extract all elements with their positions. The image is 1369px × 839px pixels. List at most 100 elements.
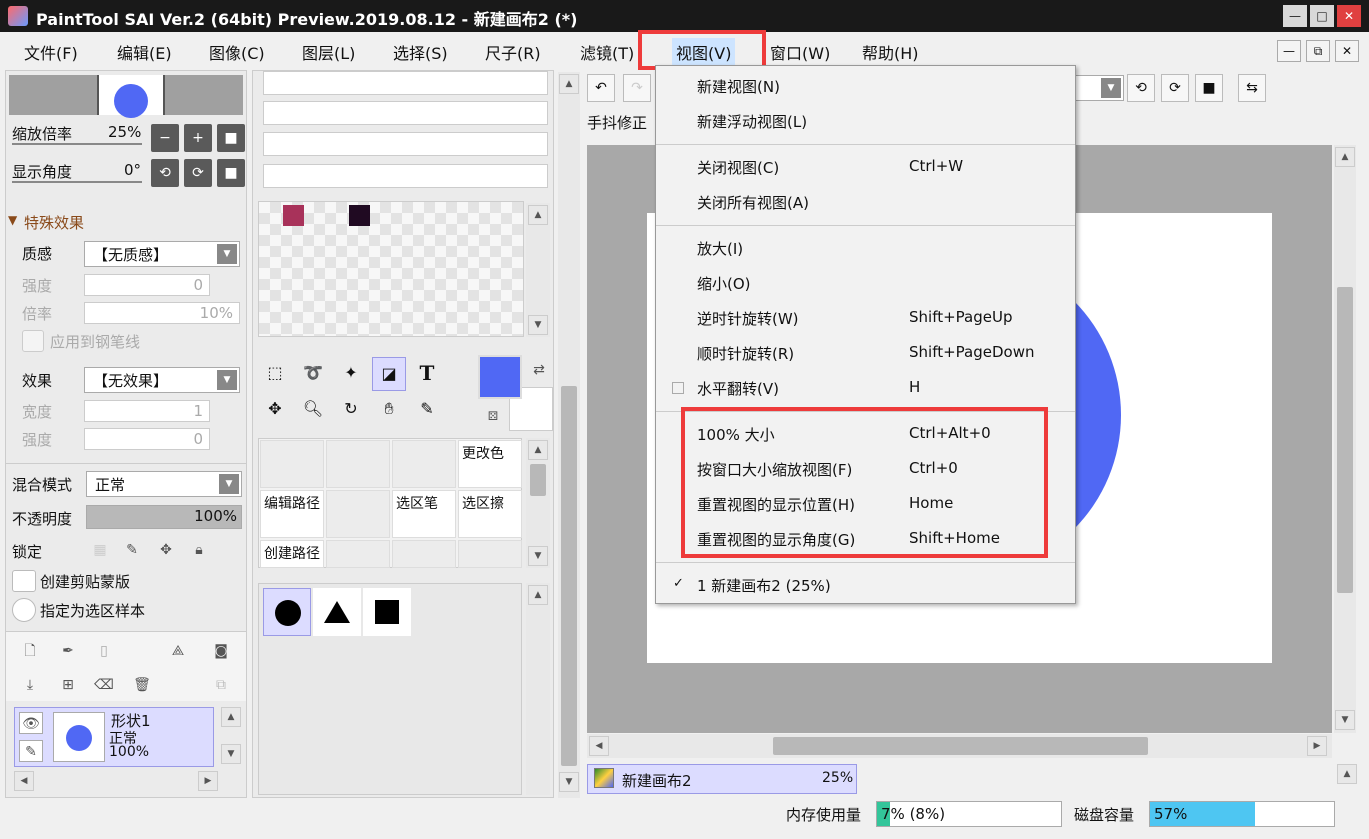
rect-select-icon[interactable]: ⬚ <box>258 357 292 391</box>
angle-slider[interactable] <box>12 181 142 183</box>
menu-file[interactable]: 文件(F) <box>24 40 78 64</box>
selection-pen-tool[interactable]: 选区笔 <box>392 490 456 538</box>
brush-slot-1[interactable] <box>263 71 548 95</box>
brush-slot-3[interactable] <box>263 132 548 156</box>
canvas-vscroll[interactable]: ▲ ▼ <box>1334 145 1356 733</box>
shape-scroll-up[interactable]: ▲ <box>528 585 548 605</box>
menu-new-view[interactable]: 新建视图(N) <box>656 69 1075 103</box>
palette-scroll[interactable]: ▲ ▼ <box>526 203 550 337</box>
reset-colors-icon[interactable]: ⚄ <box>481 405 505 429</box>
tool-grid-scroll[interactable]: ▲ ▼ <box>526 438 550 568</box>
canvas-vscroll-up[interactable]: ▲ <box>1335 147 1355 167</box>
menu-select[interactable]: 选择(S) <box>393 40 448 64</box>
canvas-hscroll-right[interactable]: ▶ <box>1307 736 1327 756</box>
stabilizer-select[interactable]: ▼ <box>1072 75 1124 101</box>
swatch-crimson[interactable] <box>283 205 304 226</box>
mdi-close-icon[interactable]: ✕ <box>1335 40 1359 62</box>
rotate-tool-icon[interactable]: ↻ <box>334 393 368 427</box>
palette-scroll-down[interactable]: ▼ <box>528 315 548 335</box>
color-palette[interactable] <box>258 201 524 337</box>
menu-zoom-out[interactable]: 缩小(O) <box>656 266 1075 300</box>
view-reset-button[interactable]: ■ <box>1195 74 1223 102</box>
shape-triangle[interactable] <box>313 588 361 636</box>
menu-layer[interactable]: 图层(L) <box>302 40 355 64</box>
menu-filter[interactable]: 滤镜(T) <box>580 40 634 64</box>
close-icon[interactable]: ✕ <box>1337 5 1361 27</box>
eyedropper-icon[interactable]: ✎ <box>410 393 444 427</box>
mdi-restore-icon[interactable]: ⧉ <box>1306 40 1330 62</box>
strength2-field[interactable]: 0 <box>84 428 210 450</box>
canvas-vscroll-down[interactable]: ▼ <box>1335 710 1355 730</box>
lock-all-icon[interactable]: 🔒︎ <box>187 539 211 563</box>
palette-scroll-up[interactable]: ▲ <box>528 205 548 225</box>
edit-path-tool[interactable]: 编辑路径 <box>260 490 324 538</box>
move-tool-icon[interactable]: ✥ <box>258 393 292 427</box>
lasso-icon[interactable]: ➰ <box>296 357 330 391</box>
navigator-preview[interactable] <box>9 75 243 118</box>
effects-toggle-icon[interactable]: ▼ <box>8 213 17 227</box>
mdi-minimize-icon[interactable]: — <box>1277 40 1301 62</box>
tool-slot-empty-5[interactable] <box>326 540 390 568</box>
tool-slot-empty-2[interactable] <box>326 440 390 488</box>
create-path-tool[interactable]: 创建路径 <box>260 540 324 568</box>
blend-mode-select[interactable]: 正常 ▼ <box>86 471 242 497</box>
menu-rotate-cw[interactable]: 顺时针旋转(R) Shift+PageDown <box>656 336 1075 370</box>
new-pen-layer-icon[interactable]: ✒︎ <box>56 640 80 664</box>
view-rotate-left-button[interactable]: ⟲ <box>1127 74 1155 102</box>
minimize-icon[interactable]: — <box>1283 5 1307 27</box>
delete-layer-icon[interactable]: 🗑︎ <box>130 674 154 698</box>
zoom-in-button[interactable]: + <box>184 124 212 152</box>
rotate-left-button[interactable]: ⟲ <box>151 159 179 187</box>
apply-pen-checkbox[interactable] <box>22 330 44 352</box>
mask-icon[interactable]: ◙ <box>209 640 233 664</box>
menu-ruler[interactable]: 尺子(R) <box>485 40 541 64</box>
tool-grid-scroll-down[interactable]: ▼ <box>528 546 548 566</box>
menu-flip-horizontal[interactable]: 水平翻转(V) H <box>656 371 1075 405</box>
menu-canvas-item[interactable]: ✓ 1 新建画布2 (25%) <box>656 568 1075 602</box>
splitter-scroll-thumb[interactable] <box>561 386 577 766</box>
shape-layer-icon[interactable]: ⟁ <box>166 640 190 664</box>
canvas-tab[interactable]: 新建画布2 25% <box>587 764 857 794</box>
swatch-dark-purple[interactable] <box>349 205 370 226</box>
layer-hscroll-left[interactable]: ◀ <box>14 771 34 791</box>
lock-paint-icon[interactable]: ✎ <box>120 539 144 563</box>
menu-window[interactable]: 窗口(W) <box>770 40 830 64</box>
splitter-scroll-down[interactable]: ▼ <box>559 772 579 792</box>
layer-scroll-down[interactable]: ▼ <box>221 744 241 764</box>
zoom-tool-icon[interactable]: 🔍︎ <box>296 393 330 427</box>
texture-select[interactable]: 【无质感】 ▼ <box>84 241 240 267</box>
menu-close-view[interactable]: 关闭视图(C) Ctrl+W <box>656 150 1075 184</box>
flip-view-button[interactable]: ⇆ <box>1238 74 1266 102</box>
tool-slot-empty-3[interactable] <box>392 440 456 488</box>
selection-eraser-tool[interactable]: 选区擦 <box>458 490 522 538</box>
tool-slot-empty-7[interactable] <box>458 540 522 568</box>
merge-down-icon[interactable]: ⤓ <box>18 674 42 698</box>
lock-transparency-icon[interactable]: ▦ <box>88 539 112 563</box>
change-color-tool[interactable]: 更改色 <box>458 440 522 488</box>
shape-tool-icon[interactable]: ◪ <box>372 357 406 391</box>
splitter-scroll-up[interactable]: ▲ <box>559 74 579 94</box>
menu-help[interactable]: 帮助(H) <box>862 40 919 64</box>
menu-image[interactable]: 图像(C) <box>209 40 265 64</box>
shape-circle[interactable] <box>263 588 311 636</box>
shape-scroll[interactable]: ▲ <box>526 583 550 795</box>
visibility-eye-icon[interactable]: 👁︎ <box>19 712 43 734</box>
tool-grid-scroll-up[interactable]: ▲ <box>528 440 548 460</box>
rotate-right-button[interactable]: ⟳ <box>184 159 212 187</box>
brush-slot-2[interactable] <box>263 101 548 125</box>
view-rotate-right-button[interactable]: ⟳ <box>1161 74 1189 102</box>
tool-slot-empty-1[interactable] <box>260 440 324 488</box>
clip-mask-checkbox[interactable] <box>12 570 36 592</box>
maximize-icon[interactable]: □ <box>1310 5 1334 27</box>
layer-hscroll-right[interactable]: ▶ <box>198 771 218 791</box>
new-folder-icon[interactable]: ▯ <box>92 640 116 664</box>
menu-zoom-in[interactable]: 放大(I) <box>656 231 1075 265</box>
clear-layer-icon[interactable]: ⌫ <box>92 674 116 698</box>
menu-edit[interactable]: 编辑(E) <box>117 40 172 64</box>
tool-slot-empty-6[interactable] <box>392 540 456 568</box>
lock-move-icon[interactable]: ✥ <box>154 539 178 563</box>
panel-splitter-scroll[interactable]: ▲ ▼ <box>558 72 580 798</box>
width-field[interactable]: 1 <box>84 400 210 422</box>
tool-grid-scroll-thumb[interactable] <box>530 464 546 496</box>
undo-button[interactable]: ↶ <box>587 74 615 102</box>
